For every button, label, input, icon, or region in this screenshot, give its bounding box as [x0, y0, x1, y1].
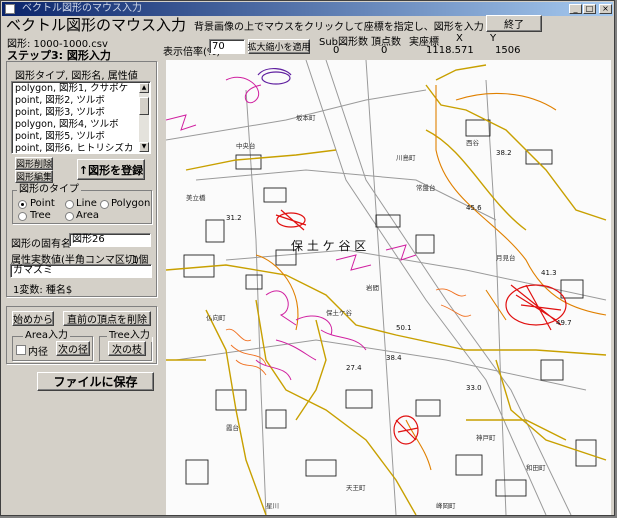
- map-place-label: 仏向町: [206, 313, 226, 322]
- list-item[interactable]: polygon, 図形4, ツルボ: [13, 119, 139, 131]
- radio-polygon[interactable]: [100, 200, 109, 209]
- list-item[interactable]: point, 図形5, ツルボ: [13, 131, 139, 143]
- attr-input[interactable]: ガマズミ: [10, 264, 152, 278]
- restart-button[interactable]: 始めから: [12, 311, 54, 326]
- map-elevation-label: 49.7: [556, 319, 572, 327]
- radio-area[interactable]: [65, 212, 74, 221]
- map-elevation-label: 45.6: [466, 204, 482, 212]
- map-place-label: 岩間: [366, 283, 379, 292]
- map-place-label: 和田町: [526, 463, 546, 472]
- app-icon: [5, 4, 15, 14]
- zoom-apply-button[interactable]: 拡大縮小を適用: [248, 39, 311, 54]
- zoom-input[interactable]: 70: [209, 39, 245, 54]
- map-drawing: 中央台美立橋 西谷保土ケ谷 常盤台月見台岩間霞台天王町 神戸町 川島町 坂本町仏向町和田町…: [166, 60, 611, 515]
- inner-ring-label: 内径: [28, 347, 48, 358]
- sub-shapes-label: Sub図形数: [319, 37, 369, 48]
- map-place-label: 星川: [266, 502, 279, 510]
- map-elevation-label: 31.2: [226, 214, 242, 222]
- map-place-label: 坂本町: [296, 113, 316, 122]
- map-elevation-label: 27.4: [346, 364, 362, 372]
- radio-line[interactable]: [65, 200, 74, 209]
- list-scrollbar[interactable]: ▲ ▼: [139, 83, 149, 152]
- area-input-group: Area入力 内径 次の径: [12, 330, 93, 361]
- scroll-up-icon[interactable]: ▲: [139, 83, 149, 93]
- y-value: 1506: [495, 45, 521, 56]
- maximize-icon[interactable]: □: [583, 4, 596, 14]
- radio-point-label: Point: [30, 198, 55, 209]
- map-elevation-label: 50.1: [396, 324, 412, 332]
- remove-vertex-button[interactable]: 直前の頂点を削除: [63, 311, 151, 326]
- edit-shape-button[interactable]: 図形編集: [15, 170, 53, 183]
- map-elevation-label: 38.4: [386, 354, 402, 362]
- map-place-label: 西谷: [466, 138, 480, 147]
- map-place-label: 常盤台: [416, 183, 436, 192]
- map-place-label: 霞台: [226, 423, 239, 432]
- scroll-thumb[interactable]: [139, 97, 149, 115]
- input-control-panel: 始めから 直前の頂点を削除 Area入力 内径 次の径 Tree入力 次の枝: [6, 306, 157, 364]
- map-place-label: 天王町: [346, 484, 366, 492]
- close-icon[interactable]: ×: [599, 4, 612, 14]
- shape-name-input[interactable]: 図形26: [69, 233, 151, 247]
- app-title: ベクトル図形のマウス入力: [6, 16, 187, 34]
- map-place-label: 中央台: [236, 141, 256, 150]
- map-place-label: 保土ケ谷: [326, 308, 353, 317]
- map-place-label: 峰岡町: [436, 501, 456, 510]
- map-place-label: 川島町: [396, 153, 416, 162]
- district-label: 保 土 ケ 谷 区: [291, 239, 366, 253]
- next-ring-button[interactable]: 次の径: [56, 341, 90, 356]
- y-label: Y: [490, 33, 497, 44]
- sub-shapes-value: 0: [333, 45, 340, 56]
- shape-type-label: 図形のタイプ: [17, 184, 81, 196]
- tree-input-group: Tree入力 次の枝: [99, 330, 152, 361]
- shape-list[interactable]: polygon, 図形1, クサボケ point, 図形2, ツルボ point, …: [11, 81, 151, 154]
- map-place-label: 美立橋: [186, 193, 206, 202]
- delete-shape-button[interactable]: 図形削除: [15, 157, 53, 170]
- list-item[interactable]: point, 図形2, ツルボ: [13, 95, 139, 107]
- radio-tree[interactable]: [18, 212, 27, 221]
- shape-type-group: 図形のタイプ Point Line Polygon Tree Area: [12, 184, 152, 224]
- radio-area-label: Area: [76, 210, 100, 221]
- title-bar[interactable]: ベクトル図形のマウス入力 _ □ ×: [2, 2, 613, 16]
- radio-tree-label: Tree: [30, 210, 51, 221]
- x-value: 1118.571: [426, 45, 474, 56]
- window-title: ベクトル図形のマウス入力: [22, 3, 142, 14]
- save-to-file-button[interactable]: ファイルに保存: [37, 372, 154, 391]
- radio-line-label: Line: [76, 198, 97, 209]
- scroll-down-icon[interactable]: ▼: [139, 142, 149, 152]
- radio-point[interactable]: [18, 200, 27, 209]
- map-canvas[interactable]: 中央台美立橋 西谷保土ケ谷 常盤台月見台岩間霞台天王町 神戸町 川島町 坂本町仏向町和田町…: [166, 60, 611, 515]
- shape-name-label: 図形の固有名: [11, 239, 71, 250]
- exit-button[interactable]: 終了: [486, 15, 542, 32]
- vertex-count-value: 0: [381, 45, 388, 56]
- register-shape-button[interactable]: ↑図形を登録: [77, 159, 145, 180]
- list-item[interactable]: polygon, 図形1, クサボケ: [13, 83, 139, 95]
- map-elevation-label: 41.3: [541, 269, 557, 277]
- map-place-label: 神戸町: [476, 433, 496, 442]
- map-place-label: 月見台: [496, 253, 516, 262]
- map-elevation-label: 33.0: [466, 384, 482, 392]
- variable-note: 1変数: 種名$: [13, 285, 73, 296]
- map-elevation-label: 38.2: [496, 149, 512, 157]
- x-label: X: [456, 33, 463, 44]
- list-item[interactable]: point, 図形3, ツルボ: [13, 107, 139, 119]
- list-item[interactable]: point, 図形6, ヒトリシズカ: [13, 143, 139, 153]
- radio-polygon-label: Polygon: [111, 198, 151, 209]
- list-header: 図形タイプ, 図形名, 属性値: [15, 71, 138, 82]
- inner-ring-checkbox[interactable]: [16, 345, 26, 355]
- instruction-text: 背景画像の上でマウスをクリックして座標を指定し、図形を入力します: [194, 22, 514, 33]
- app-window: ベクトル図形のマウス入力 _ □ × ベクトル図形のマウス入力 背景画像の上でマ…: [0, 0, 615, 516]
- next-branch-button[interactable]: 次の枝: [108, 341, 146, 356]
- minimize-icon[interactable]: _: [569, 4, 582, 14]
- shape-panel: 図形タイプ, 図形名, 属性値 polygon, 図形1, クサボケ point,…: [6, 61, 157, 297]
